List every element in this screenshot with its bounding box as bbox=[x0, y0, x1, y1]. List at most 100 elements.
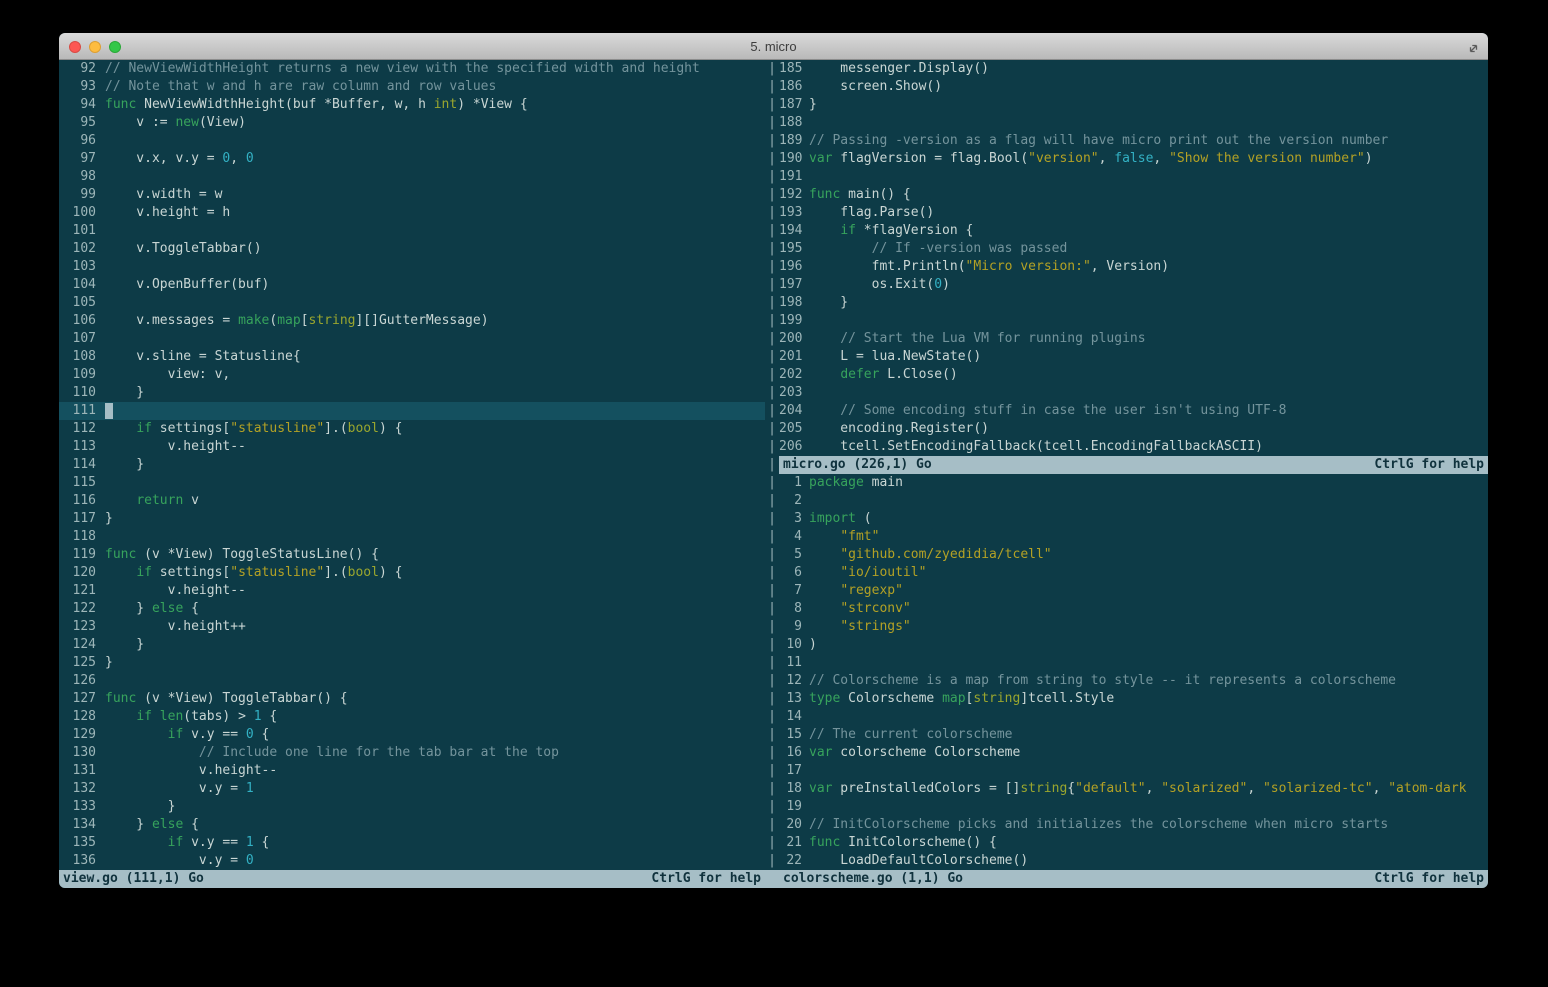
code-line[interactable]: 110 } bbox=[59, 384, 765, 402]
code-line[interactable]: 103 bbox=[59, 258, 765, 276]
code-line[interactable]: 119 func (v *View) ToggleStatusLine() { bbox=[59, 546, 765, 564]
code-line[interactable]: 133 } bbox=[59, 798, 765, 816]
code-line[interactable]: 191 bbox=[779, 168, 1488, 186]
code-line[interactable]: 3 import ( bbox=[779, 510, 1488, 528]
code-line[interactable]: 105 bbox=[59, 294, 765, 312]
code-line[interactable]: 112 if settings["statusline"].(bool) { bbox=[59, 420, 765, 438]
code-line[interactable]: 107 bbox=[59, 330, 765, 348]
code-line[interactable]: 7 "regexp" bbox=[779, 582, 1488, 600]
code-line[interactable]: 14 bbox=[779, 708, 1488, 726]
code-line[interactable]: 198 } bbox=[779, 294, 1488, 312]
window-titlebar[interactable]: 5. micro bbox=[59, 33, 1488, 60]
code-line[interactable]: 206 tcell.SetEncodingFallback(tcell.Enco… bbox=[779, 438, 1488, 456]
line-number: 106 bbox=[72, 313, 96, 328]
code-line[interactable]: 101 bbox=[59, 222, 765, 240]
code-line[interactable]: 187} bbox=[779, 96, 1488, 114]
code-line[interactable]: 123 v.height++ bbox=[59, 618, 765, 636]
code-line[interactable]: 96 bbox=[59, 132, 765, 150]
code-line[interactable]: 99 v.width = w bbox=[59, 186, 765, 204]
code-line[interactable]: 125} bbox=[59, 654, 765, 672]
code-line[interactable]: 121 v.height-- bbox=[59, 582, 765, 600]
zoom-button[interactable] bbox=[109, 41, 121, 53]
code-area-micro-go[interactable]: 185 messenger.Display() 186 screen.Show()… bbox=[779, 60, 1488, 456]
code-line[interactable]: 130 // Include one line for the tab bar … bbox=[59, 744, 765, 762]
code-line[interactable]: 12 // Colorscheme is a map from string to… bbox=[779, 672, 1488, 690]
code-line[interactable]: 120 if settings["statusline"].(bool) { bbox=[59, 564, 765, 582]
code-line[interactable]: 188 bbox=[779, 114, 1488, 132]
code-line[interactable]: 124 } bbox=[59, 636, 765, 654]
code-line[interactable]: 97 v.x, v.y = 0, 0 bbox=[59, 150, 765, 168]
code-line[interactable]: 11 bbox=[779, 654, 1488, 672]
code-line[interactable]: 102 v.ToggleTabbar() bbox=[59, 240, 765, 258]
code-line[interactable]: 8 "strconv" bbox=[779, 600, 1488, 618]
code-line[interactable]: 5 "github.com/zyedidia/tcell" bbox=[779, 546, 1488, 564]
code-line[interactable]: 10) bbox=[779, 636, 1488, 654]
code-line[interactable]: 20 // InitColorscheme picks and initializ… bbox=[779, 816, 1488, 834]
code-line[interactable]: 98 bbox=[59, 168, 765, 186]
code-line[interactable]: 202 defer L.Close() bbox=[779, 366, 1488, 384]
code-line[interactable]: 9 "strings" bbox=[779, 618, 1488, 636]
code-line[interactable]: 196 fmt.Println("Micro version:", Versio… bbox=[779, 258, 1488, 276]
code-line[interactable]: 197 os.Exit(0) bbox=[779, 276, 1488, 294]
code-line[interactable]: 111 bbox=[59, 402, 765, 420]
code-line[interactable]: 104 v.OpenBuffer(buf) bbox=[59, 276, 765, 294]
code-line[interactable]: 126 bbox=[59, 672, 765, 690]
code-line[interactable]: 4 "fmt" bbox=[779, 528, 1488, 546]
code-line[interactable]: 134 } else { bbox=[59, 816, 765, 834]
code-line[interactable]: 114 } bbox=[59, 456, 765, 474]
code-line[interactable]: 106 v.messages = make(map[string][]Gutte… bbox=[59, 312, 765, 330]
code-line[interactable]: 132 v.y = 1 bbox=[59, 780, 765, 798]
code-line[interactable]: 6 "io/ioutil" bbox=[779, 564, 1488, 582]
code-line[interactable]: 19 bbox=[779, 798, 1488, 816]
code-line[interactable]: 127 func (v *View) ToggleTabbar() { bbox=[59, 690, 765, 708]
code-line[interactable]: 122 } else { bbox=[59, 600, 765, 618]
code-line[interactable]: 109 view: v, bbox=[59, 366, 765, 384]
split-divider[interactable]: | | | | | | | | | | | | | | | | | | | | | | | | | | | | | | | | | | | | | | | |… bbox=[765, 60, 779, 888]
code-line[interactable]: 192 func main() { bbox=[779, 186, 1488, 204]
code-line[interactable]: 100 v.height = h bbox=[59, 204, 765, 222]
code-line[interactable]: 205 encoding.Register() bbox=[779, 420, 1488, 438]
code-line[interactable]: 108 v.sline = Statusline{ bbox=[59, 348, 765, 366]
code-line[interactable]: 94 func NewViewWidthHeight(buf *Buffer, w… bbox=[59, 96, 765, 114]
resize-icon[interactable] bbox=[1467, 40, 1480, 53]
code-line[interactable]: 2 bbox=[779, 492, 1488, 510]
code-line[interactable]: 193 flag.Parse() bbox=[779, 204, 1488, 222]
code-line[interactable]: 118 bbox=[59, 528, 765, 546]
code-line[interactable]: 113 v.height-- bbox=[59, 438, 765, 456]
code-line[interactable]: 117} bbox=[59, 510, 765, 528]
code-line[interactable]: 136 v.y = 0 bbox=[59, 852, 765, 870]
code-line[interactable]: 195 // If -version was passed bbox=[779, 240, 1488, 258]
code-line[interactable]: 13 type Colorscheme map[string]tcell.Styl… bbox=[779, 690, 1488, 708]
code-line[interactable]: 1 package main bbox=[779, 474, 1488, 492]
code-token: func bbox=[105, 691, 137, 706]
code-line[interactable]: 15 // The current colorscheme bbox=[779, 726, 1488, 744]
code-line[interactable]: 201 L = lua.NewState() bbox=[779, 348, 1488, 366]
code-line[interactable]: 22 LoadDefaultColorscheme() bbox=[779, 852, 1488, 870]
code-line[interactable]: 16 var colorscheme Colorscheme bbox=[779, 744, 1488, 762]
code-area-colorscheme-go[interactable]: 1 package main 2 3 import (4 "fmt" 5 "github.… bbox=[779, 474, 1488, 870]
code-line[interactable]: 190 var flagVersion = flag.Bool("version"… bbox=[779, 150, 1488, 168]
code-line[interactable]: 135 if v.y == 1 { bbox=[59, 834, 765, 852]
code-line[interactable]: 129 if v.y == 0 { bbox=[59, 726, 765, 744]
code-line[interactable]: 204 // Some encoding stuff in case the u… bbox=[779, 402, 1488, 420]
code-line[interactable]: 200 // Start the Lua VM for running plug… bbox=[779, 330, 1488, 348]
code-line[interactable]: 18 var preInstalledColors = []string{"def… bbox=[779, 780, 1488, 798]
minimize-button[interactable] bbox=[89, 41, 101, 53]
code-line[interactable]: 203 bbox=[779, 384, 1488, 402]
code-line[interactable]: 116 return v bbox=[59, 492, 765, 510]
code-line[interactable]: 199 bbox=[779, 312, 1488, 330]
close-button[interactable] bbox=[69, 41, 81, 53]
code-line[interactable]: 186 screen.Show() bbox=[779, 78, 1488, 96]
code-line[interactable]: 95 v := new(View) bbox=[59, 114, 765, 132]
code-line[interactable]: 92 // NewViewWidthHeight returns a new vi… bbox=[59, 60, 765, 78]
code-line[interactable]: 115 bbox=[59, 474, 765, 492]
code-line[interactable]: 128 if len(tabs) > 1 { bbox=[59, 708, 765, 726]
code-line[interactable]: 131 v.height-- bbox=[59, 762, 765, 780]
code-area-view-go[interactable]: 92 // NewViewWidthHeight returns a new vi… bbox=[59, 60, 765, 870]
code-line[interactable]: 185 messenger.Display() bbox=[779, 60, 1488, 78]
code-line[interactable]: 21 func InitColorscheme() { bbox=[779, 834, 1488, 852]
code-line[interactable]: 189 // Passing -version as a flag will ha… bbox=[779, 132, 1488, 150]
code-line[interactable]: 93 // Note that w and h are raw column an… bbox=[59, 78, 765, 96]
code-line[interactable]: 194 if *flagVersion { bbox=[779, 222, 1488, 240]
code-line[interactable]: 17 bbox=[779, 762, 1488, 780]
